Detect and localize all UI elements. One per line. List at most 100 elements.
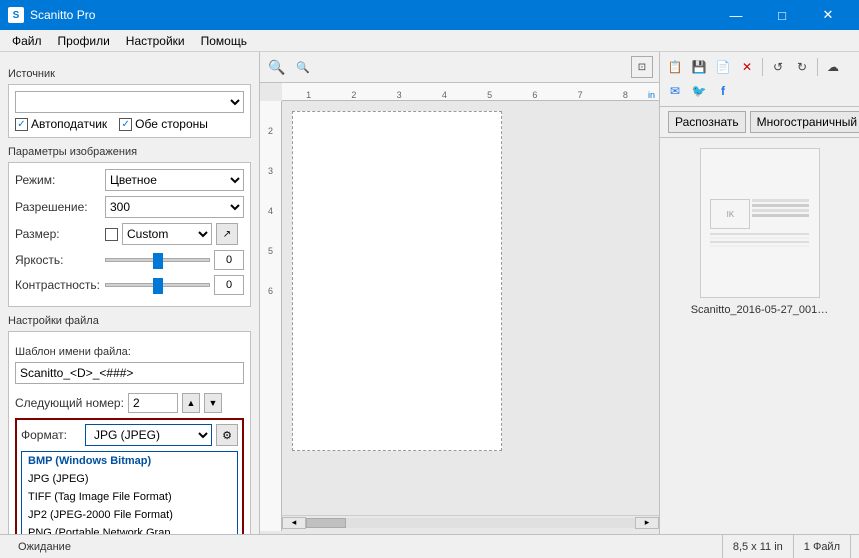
multipage-button[interactable]: Многостраничный ▼ — [750, 111, 859, 133]
params-box: Режим: Цветное Разрешение: 300 Размер: — [8, 162, 251, 307]
mode-label: Режим: — [15, 173, 105, 187]
thumb-line-4 — [710, 245, 808, 247]
maximize-button[interactable]: □ — [759, 0, 805, 30]
resolution-select[interactable]: 300 — [105, 196, 244, 218]
params-label: Параметры изображения — [8, 146, 251, 158]
contrast-track[interactable] — [105, 283, 210, 287]
format-row: Формат: JPG (JPEG) ⚙ — [21, 424, 238, 446]
scroll-left-btn[interactable]: ◂ — [282, 517, 306, 529]
source-select[interactable] — [15, 91, 244, 113]
resolution-row: Разрешение: 300 — [15, 196, 244, 218]
canvas-area: 2 3 4 5 6 ◂ ▸ — [260, 101, 659, 531]
thumb-separator — [710, 233, 808, 235]
rotate-right-btn[interactable]: ↻ — [791, 56, 813, 78]
spin-down-btn[interactable]: ▼ — [204, 393, 222, 413]
file-settings-section: Настройки файла Шаблон имени файла: След… — [8, 315, 251, 534]
menu-help[interactable]: Помощь — [193, 32, 255, 50]
thumb-line — [752, 199, 808, 202]
email-btn[interactable]: ✉ — [664, 80, 686, 102]
ruler-vertical: 2 3 4 5 6 — [260, 101, 282, 531]
cloud-btn[interactable]: ☁ — [822, 56, 844, 78]
ruler-ticks-h: 1 2 3 4 5 6 7 8 in — [282, 83, 659, 100]
brightness-slider — [105, 250, 244, 270]
format-option-bmp[interactable]: BMP (Windows Bitmap) — [22, 452, 237, 470]
format-option-tiff[interactable]: TIFF (Tag Image File Format) — [22, 488, 237, 506]
save-as-btn[interactable]: 📄 — [712, 56, 734, 78]
contrast-label: Контрастность: — [15, 278, 105, 292]
thumbnail-name: Scanitto_2016-05-27_001… — [691, 304, 829, 316]
title-bar-controls: — □ ✕ — [713, 0, 851, 30]
format-select[interactable]: JPG (JPEG) — [85, 424, 212, 446]
fb-btn[interactable]: f — [712, 80, 734, 102]
format-icon-btn[interactable]: ⚙ — [216, 424, 238, 446]
close-button[interactable]: ✕ — [805, 0, 851, 30]
both-sides-checkbox[interactable]: Обе стороны — [119, 117, 208, 131]
format-dropdown-container: Формат: JPG (JPEG) ⚙ BMP (Windows Bitmap… — [15, 418, 244, 534]
rotate-left-btn[interactable]: ↺ — [767, 56, 789, 78]
ruler-tick-6: 6 — [512, 90, 557, 100]
recognize-button[interactable]: Распознать — [668, 111, 746, 133]
ruler-tick-4: 4 — [422, 90, 467, 100]
toolbar-divider-2 — [817, 58, 818, 76]
middle-panel: 🔍 🔍 ⊡ 1 2 3 4 5 6 7 8 in 2 3 — [260, 52, 659, 534]
format-option-jpg[interactable]: JPG (JPEG) — [22, 470, 237, 488]
both-sides-label: Обе стороны — [135, 117, 208, 131]
status-files: 1 Файл — [794, 535, 851, 558]
delete-btn[interactable]: ✕ — [736, 56, 758, 78]
params-section: Параметры изображения Режим: Цветное Раз… — [8, 146, 251, 307]
brightness-thumb[interactable] — [153, 253, 163, 269]
menu-settings[interactable]: Настройки — [118, 32, 193, 50]
resolution-label: Разрешение: — [15, 200, 105, 214]
next-num-input[interactable] — [128, 393, 178, 413]
source-box: Автоподатчик Обе стороны — [8, 84, 251, 138]
zoom-in-btn[interactable]: 🔍 — [266, 56, 288, 78]
zoom-out-btn[interactable]: 🔍 — [292, 56, 314, 78]
scan-canvas-wrapper: ◂ ▸ — [282, 101, 659, 531]
app-title: Scanitto Pro — [30, 8, 95, 22]
spin-up-btn[interactable]: ▲ — [182, 393, 200, 413]
right-panel: 📋 💾 📄 ✕ ↺ ↻ ☁ ✉ 🐦 f Распознать Многостра… — [659, 52, 859, 534]
twitter-btn[interactable]: 🐦 — [688, 80, 710, 102]
size-checkbox[interactable] — [105, 228, 118, 241]
scan-to-btn[interactable]: 📋 — [664, 56, 686, 78]
menu-file[interactable]: Файл — [4, 32, 50, 50]
left-panel: Источник Автоподатчик Обе стороны Параме… — [0, 52, 260, 534]
format-option-png[interactable]: PNG (Portable Network Grap… — [22, 524, 237, 534]
brightness-value[interactable] — [214, 250, 244, 270]
auto-feeder-checkbox[interactable]: Автоподатчик — [15, 117, 107, 131]
brightness-row: Яркость: — [15, 250, 244, 270]
fit-page-btn[interactable]: ⊡ — [631, 56, 653, 78]
scroll-thumb-h[interactable] — [306, 518, 346, 528]
contrast-value[interactable] — [214, 275, 244, 295]
thumb-content: IK — [706, 195, 812, 251]
auto-feeder-check-icon — [15, 118, 28, 131]
mode-select[interactable]: Цветное — [105, 169, 244, 191]
menu-profiles[interactable]: Профили — [50, 32, 118, 50]
size-row: Размер: Custom ↗ — [15, 223, 244, 245]
save-btn[interactable]: 💾 — [688, 56, 710, 78]
brightness-track[interactable] — [105, 258, 210, 262]
format-option-jp2[interactable]: JP2 (JPEG-2000 File Format) — [22, 506, 237, 524]
thumbnail[interactable]: IK — [700, 148, 820, 298]
source-section: Источник Автоподатчик Обе стороны — [8, 68, 251, 138]
scrollbar-h[interactable]: ◂ ▸ — [282, 515, 659, 529]
scroll-track — [306, 518, 635, 528]
format-dropdown-list: BMP (Windows Bitmap) JPG (JPEG) TIFF (Ta… — [21, 451, 238, 534]
thumb-line — [752, 209, 808, 212]
recognize-bar: Распознать Многостраничный ▼ — [660, 107, 859, 138]
size-label: Размер: — [15, 227, 105, 241]
status-bar: Ожидание 8,5 x 11 in 1 Файл — [0, 534, 859, 558]
thumbnail-image: IK — [701, 149, 819, 297]
template-label: Шаблон имени файла: — [15, 346, 244, 358]
menu-bar: Файл Профили Настройки Помощь — [0, 30, 859, 52]
file-settings-label: Настройки файла — [8, 315, 251, 327]
template-input[interactable] — [15, 362, 244, 384]
checkboxes: Автоподатчик Обе стороны — [15, 117, 244, 131]
right-toolbar: 📋 💾 📄 ✕ ↺ ↻ ☁ ✉ 🐦 f — [660, 52, 859, 107]
minimize-button[interactable]: — — [713, 0, 759, 30]
contrast-thumb[interactable] — [153, 278, 163, 294]
size-select[interactable]: Custom — [122, 223, 212, 245]
size-edit-btn[interactable]: ↗ — [216, 223, 238, 245]
scroll-right-btn[interactable]: ▸ — [635, 517, 659, 529]
ruler-tick-3: 3 — [377, 90, 422, 100]
